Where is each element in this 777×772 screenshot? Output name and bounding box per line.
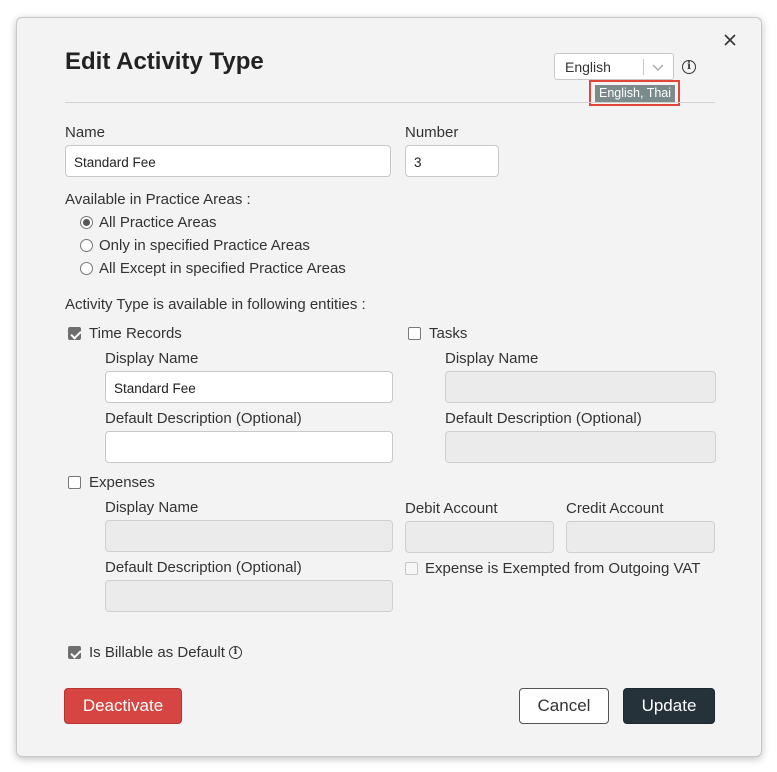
radio-label: All Practice Areas: [99, 214, 217, 231]
radio-only-specified[interactable]: Only in specified Practice Areas: [80, 237, 310, 254]
radio-all-practice-areas[interactable]: All Practice Areas: [80, 214, 217, 231]
time-records-checkbox[interactable]: [68, 327, 81, 340]
credit-account-input[interactable]: [566, 521, 715, 553]
entities-label: Activity Type is available in following …: [65, 296, 366, 313]
expenses-toggle[interactable]: Expenses: [68, 474, 155, 491]
expenses-checkbox[interactable]: [68, 476, 81, 489]
language-tooltip: English, Thai: [595, 85, 676, 102]
chevron-down-icon[interactable]: [651, 60, 665, 77]
expenses-default-description-label: Default Description (Optional): [105, 559, 302, 576]
tasks-display-name-label: Display Name: [445, 350, 539, 367]
number-input[interactable]: 3: [405, 145, 499, 177]
tasks-checkbox[interactable]: [408, 327, 421, 340]
dialog-title: Edit Activity Type: [65, 48, 264, 75]
select-separator: [643, 59, 644, 75]
cancel-button[interactable]: Cancel: [519, 688, 609, 724]
tasks-label: Tasks: [429, 325, 468, 342]
practice-areas-label: Available in Practice Areas :: [65, 191, 251, 208]
language-select-value: English: [565, 59, 611, 75]
time-records-display-name-label: Display Name: [105, 350, 199, 367]
radio-label: All Except in specified Practice Areas: [99, 260, 346, 277]
header-divider: [65, 102, 715, 103]
time-records-display-name-input[interactable]: Standard Fee: [105, 371, 393, 403]
expenses-display-name-input[interactable]: [105, 520, 393, 552]
tasks-default-description-input[interactable]: [445, 431, 716, 463]
radio-label: Only in specified Practice Areas: [99, 237, 310, 254]
name-label: Name: [65, 124, 106, 141]
billable-toggle[interactable]: Is Billable as Default i: [68, 644, 242, 661]
radio-button[interactable]: [80, 262, 93, 275]
tasks-toggle[interactable]: Tasks: [408, 325, 467, 342]
billable-checkbox[interactable]: [68, 646, 81, 659]
update-button[interactable]: Update: [623, 688, 715, 724]
billable-label: Is Billable as Default: [89, 644, 225, 661]
info-icon[interactable]: i: [682, 60, 696, 74]
vat-exempt-label: Expense is Exempted from Outgoing VAT: [425, 560, 701, 577]
credit-account-label: Credit Account: [566, 500, 664, 517]
time-records-label: Time Records: [89, 325, 182, 342]
vat-exempt-toggle[interactable]: Expense is Exempted from Outgoing VAT: [405, 560, 700, 577]
time-records-toggle[interactable]: Time Records: [68, 325, 182, 342]
expenses-display-name-label: Display Name: [105, 499, 199, 516]
debit-account-label: Debit Account: [405, 500, 498, 517]
number-label: Number: [405, 124, 459, 141]
deactivate-button[interactable]: Deactivate: [64, 688, 182, 724]
radio-button[interactable]: [80, 216, 93, 229]
tasks-display-name-input[interactable]: [445, 371, 716, 403]
name-input[interactable]: Standard Fee: [65, 145, 391, 177]
language-select[interactable]: English: [554, 53, 674, 80]
time-records-default-description-input[interactable]: [105, 431, 393, 463]
edit-activity-type-dialog: Edit Activity Type English i English, Th…: [16, 17, 762, 757]
vat-exempt-checkbox[interactable]: [405, 562, 418, 575]
close-icon[interactable]: [723, 33, 741, 51]
radio-all-except[interactable]: All Except in specified Practice Areas: [80, 260, 346, 277]
debit-account-input[interactable]: [405, 521, 554, 553]
expenses-default-description-input[interactable]: [105, 580, 393, 612]
time-records-default-description-label: Default Description (Optional): [105, 410, 302, 427]
tasks-default-description-label: Default Description (Optional): [445, 410, 642, 427]
radio-button[interactable]: [80, 239, 93, 252]
info-icon[interactable]: i: [228, 646, 242, 659]
expenses-label: Expenses: [89, 474, 155, 491]
